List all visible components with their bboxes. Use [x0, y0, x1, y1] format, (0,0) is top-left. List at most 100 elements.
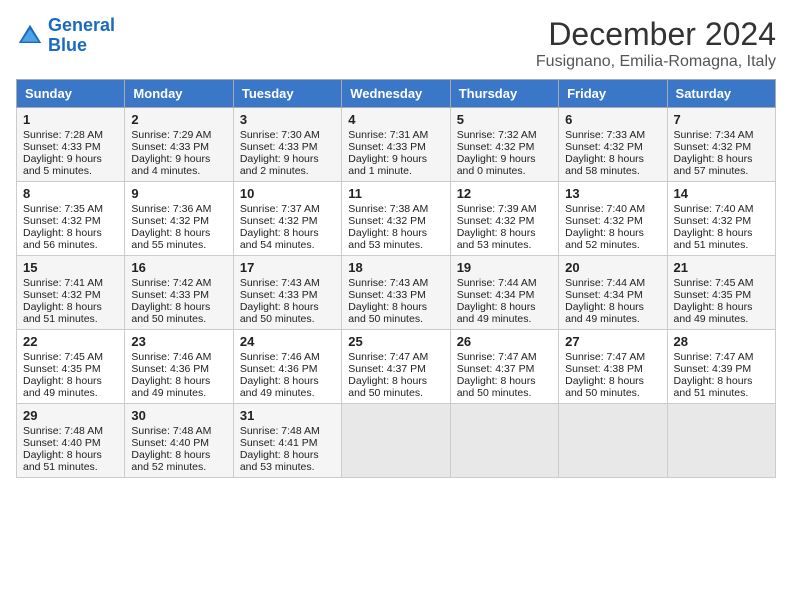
cell-line: Sunset: 4:33 PM: [131, 141, 226, 153]
cell-line: and 49 minutes.: [565, 313, 660, 325]
calendar-cell: 4Sunrise: 7:31 AMSunset: 4:33 PMDaylight…: [342, 108, 450, 182]
cell-line: and 0 minutes.: [457, 165, 552, 177]
calendar-cell: 17Sunrise: 7:43 AMSunset: 4:33 PMDayligh…: [233, 256, 341, 330]
cell-line: Daylight: 9 hours: [348, 153, 443, 165]
day-number: 8: [23, 186, 118, 201]
cell-line: Sunrise: 7:42 AM: [131, 277, 226, 289]
cell-line: Daylight: 8 hours: [131, 301, 226, 313]
cell-line: Sunrise: 7:48 AM: [23, 425, 118, 437]
cell-line: and 52 minutes.: [565, 239, 660, 251]
day-number: 14: [674, 186, 769, 201]
calendar-cell: 14Sunrise: 7:40 AMSunset: 4:32 PMDayligh…: [667, 182, 775, 256]
calendar-title: December 2024: [536, 16, 776, 53]
calendar-cell: 29Sunrise: 7:48 AMSunset: 4:40 PMDayligh…: [17, 404, 125, 478]
cell-line: Sunrise: 7:47 AM: [457, 351, 552, 363]
cell-line: Daylight: 8 hours: [240, 227, 335, 239]
cell-line: Sunrise: 7:43 AM: [348, 277, 443, 289]
cell-line: and 49 minutes.: [131, 387, 226, 399]
calendar-body: 1Sunrise: 7:28 AMSunset: 4:33 PMDaylight…: [17, 108, 776, 478]
cell-line: and 53 minutes.: [240, 461, 335, 473]
cell-line: Sunrise: 7:47 AM: [348, 351, 443, 363]
cell-line: Sunset: 4:39 PM: [674, 363, 769, 375]
cell-line: Daylight: 8 hours: [565, 227, 660, 239]
cell-line: and 49 minutes.: [457, 313, 552, 325]
cell-line: and 50 minutes.: [565, 387, 660, 399]
day-number: 30: [131, 408, 226, 423]
cell-line: Sunrise: 7:35 AM: [23, 203, 118, 215]
header-cell-wednesday: Wednesday: [342, 80, 450, 108]
cell-line: Sunrise: 7:34 AM: [674, 129, 769, 141]
cell-line: and 5 minutes.: [23, 165, 118, 177]
day-number: 16: [131, 260, 226, 275]
cell-line: Sunset: 4:33 PM: [23, 141, 118, 153]
calendar-cell: 13Sunrise: 7:40 AMSunset: 4:32 PMDayligh…: [559, 182, 667, 256]
day-number: 19: [457, 260, 552, 275]
cell-line: and 1 minute.: [348, 165, 443, 177]
calendar-cell: 6Sunrise: 7:33 AMSunset: 4:32 PMDaylight…: [559, 108, 667, 182]
day-number: 28: [674, 334, 769, 349]
cell-line: Daylight: 8 hours: [23, 375, 118, 387]
day-number: 31: [240, 408, 335, 423]
cell-line: and 50 minutes.: [348, 387, 443, 399]
calendar-cell: 24Sunrise: 7:46 AMSunset: 4:36 PMDayligh…: [233, 330, 341, 404]
cell-line: and 49 minutes.: [240, 387, 335, 399]
cell-line: Sunrise: 7:43 AM: [240, 277, 335, 289]
calendar-cell: 26Sunrise: 7:47 AMSunset: 4:37 PMDayligh…: [450, 330, 558, 404]
cell-line: and 4 minutes.: [131, 165, 226, 177]
day-number: 23: [131, 334, 226, 349]
calendar-cell: 21Sunrise: 7:45 AMSunset: 4:35 PMDayligh…: [667, 256, 775, 330]
header-cell-saturday: Saturday: [667, 80, 775, 108]
cell-line: and 54 minutes.: [240, 239, 335, 251]
cell-line: and 49 minutes.: [23, 387, 118, 399]
cell-line: Sunset: 4:37 PM: [457, 363, 552, 375]
cell-line: Sunset: 4:32 PM: [240, 215, 335, 227]
cell-line: Daylight: 8 hours: [674, 227, 769, 239]
cell-line: Daylight: 8 hours: [674, 375, 769, 387]
day-number: 9: [131, 186, 226, 201]
cell-line: Sunset: 4:33 PM: [240, 289, 335, 301]
logo: General Blue: [16, 16, 115, 56]
cell-line: Sunset: 4:33 PM: [348, 289, 443, 301]
calendar-week-4: 22Sunrise: 7:45 AMSunset: 4:35 PMDayligh…: [17, 330, 776, 404]
cell-line: Sunset: 4:35 PM: [23, 363, 118, 375]
day-number: 6: [565, 112, 660, 127]
cell-line: Sunset: 4:32 PM: [457, 141, 552, 153]
calendar-cell: 25Sunrise: 7:47 AMSunset: 4:37 PMDayligh…: [342, 330, 450, 404]
header-cell-sunday: Sunday: [17, 80, 125, 108]
calendar-table: SundayMondayTuesdayWednesdayThursdayFrid…: [16, 79, 776, 478]
cell-line: Sunset: 4:32 PM: [565, 215, 660, 227]
cell-line: Daylight: 9 hours: [457, 153, 552, 165]
day-number: 13: [565, 186, 660, 201]
cell-line: Sunrise: 7:46 AM: [240, 351, 335, 363]
cell-line: Daylight: 8 hours: [457, 301, 552, 313]
cell-line: Sunrise: 7:41 AM: [23, 277, 118, 289]
cell-line: Sunrise: 7:37 AM: [240, 203, 335, 215]
cell-line: and 50 minutes.: [348, 313, 443, 325]
day-number: 26: [457, 334, 552, 349]
day-number: 25: [348, 334, 443, 349]
calendar-cell: 27Sunrise: 7:47 AMSunset: 4:38 PMDayligh…: [559, 330, 667, 404]
cell-line: Daylight: 8 hours: [131, 227, 226, 239]
page-header: General Blue December 2024 Fusignano, Em…: [16, 16, 776, 71]
calendar-cell: 20Sunrise: 7:44 AMSunset: 4:34 PMDayligh…: [559, 256, 667, 330]
cell-line: Sunset: 4:32 PM: [348, 215, 443, 227]
calendar-cell: 9Sunrise: 7:36 AMSunset: 4:32 PMDaylight…: [125, 182, 233, 256]
header-cell-monday: Monday: [125, 80, 233, 108]
cell-line: Daylight: 9 hours: [23, 153, 118, 165]
calendar-cell: [342, 404, 450, 478]
cell-line: Daylight: 8 hours: [23, 227, 118, 239]
cell-line: Sunset: 4:40 PM: [23, 437, 118, 449]
cell-line: Daylight: 8 hours: [348, 301, 443, 313]
cell-line: Sunrise: 7:29 AM: [131, 129, 226, 141]
cell-line: Sunrise: 7:39 AM: [457, 203, 552, 215]
calendar-cell: 10Sunrise: 7:37 AMSunset: 4:32 PMDayligh…: [233, 182, 341, 256]
cell-line: Sunset: 4:38 PM: [565, 363, 660, 375]
cell-line: Daylight: 8 hours: [565, 375, 660, 387]
calendar-week-3: 15Sunrise: 7:41 AMSunset: 4:32 PMDayligh…: [17, 256, 776, 330]
cell-line: Sunrise: 7:48 AM: [131, 425, 226, 437]
cell-line: Sunrise: 7:45 AM: [23, 351, 118, 363]
cell-line: Sunset: 4:41 PM: [240, 437, 335, 449]
cell-line: and 57 minutes.: [674, 165, 769, 177]
calendar-week-1: 1Sunrise: 7:28 AMSunset: 4:33 PMDaylight…: [17, 108, 776, 182]
day-number: 12: [457, 186, 552, 201]
